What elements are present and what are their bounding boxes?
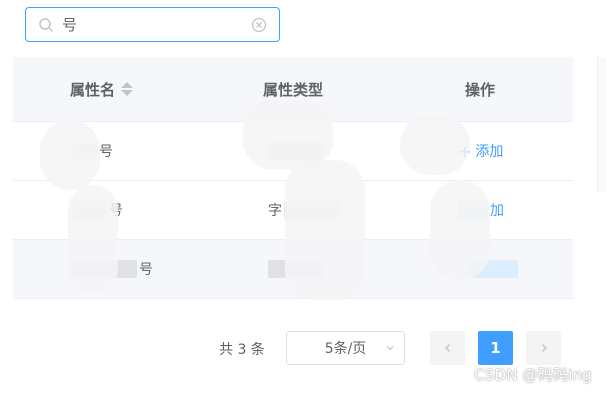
watermark: CSDN @码码ing	[474, 366, 592, 384]
next-page-button[interactable]	[526, 331, 561, 365]
page-size-value: 5条/页	[324, 341, 367, 357]
redaction-blob	[285, 160, 365, 300]
circle-close-icon[interactable]	[251, 17, 267, 33]
page-size-select[interactable]: 5条/页	[286, 331, 405, 365]
column-header-operation: 操作	[465, 79, 495, 100]
column-header-type: 属性类型	[263, 79, 323, 100]
chevron-down-icon	[386, 346, 394, 351]
sort-caret-icon[interactable]	[121, 82, 134, 96]
prev-page-button[interactable]	[430, 331, 465, 365]
chevron-left-icon	[444, 344, 450, 352]
scroll-edge	[597, 57, 606, 192]
column-header-label: 属性名	[70, 80, 116, 99]
redaction-blob	[430, 180, 490, 280]
search-input[interactable]	[62, 15, 232, 34]
pagination: 共 3 条 5条/页 1	[0, 331, 606, 365]
redaction-blob	[40, 120, 100, 190]
cell-text: 号	[139, 262, 153, 278]
column-header-label: 操作	[465, 80, 496, 99]
page-number-button[interactable]: 1	[478, 331, 513, 365]
pagination-total: 共 3 条	[219, 342, 265, 358]
column-header-label: 属性类型	[263, 80, 324, 99]
chevron-right-icon	[541, 344, 547, 352]
search-box[interactable]	[25, 7, 280, 42]
cell-text: 字	[268, 203, 282, 219]
cell-text: 号	[99, 144, 113, 160]
redaction-blob	[68, 185, 118, 293]
column-header-name[interactable]: 属性名	[70, 79, 134, 100]
page-number-label: 1	[490, 339, 501, 357]
add-link-label: 加	[490, 203, 504, 219]
add-link-label: 添加	[475, 144, 504, 160]
search-icon	[39, 17, 53, 32]
redaction-blob	[400, 115, 470, 175]
